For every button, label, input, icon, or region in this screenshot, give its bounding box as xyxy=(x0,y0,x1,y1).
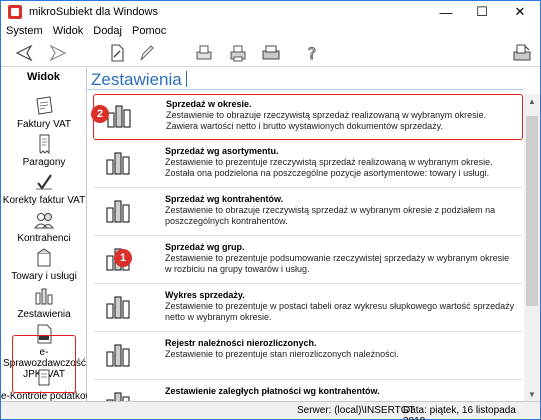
title-divider xyxy=(87,89,524,90)
sidebar-header: Widok xyxy=(27,71,60,83)
report-title: Sprzedaż wg asortymentu. xyxy=(165,146,279,156)
report-title: Sprzedaż wg kontrahentów. xyxy=(165,194,284,204)
sidebar-item-korekty-faktur-vat[interactable]: Korekty faktur VAT xyxy=(1,171,87,206)
goods-icon xyxy=(32,247,56,269)
fax-icon[interactable] xyxy=(511,42,533,64)
status-bar: Serwer: (local)\INSERTGT Data: piątek, 1… xyxy=(1,401,540,420)
scroll-thumb[interactable] xyxy=(526,116,538,306)
reports-list: Sprzedaż w okresie. Zestawienie to obraz… xyxy=(93,94,523,401)
report-title: Zestawienie zaległych płatności wg kontr… xyxy=(165,386,380,396)
sidebar-item-label: Zestawienia xyxy=(17,309,71,320)
reports-icon xyxy=(32,285,56,307)
page-title: Zestawienia xyxy=(91,70,187,90)
app-logo-icon xyxy=(8,5,22,19)
report-chart-icon xyxy=(103,292,133,322)
printer-icon[interactable] xyxy=(260,42,282,64)
report-chart-icon xyxy=(103,388,133,401)
report-title: Wykres sprzedaży. xyxy=(165,290,245,300)
report-title: Sprzedaż w okresie. xyxy=(166,99,252,109)
report-description: Zestawienie to prezentuje podsumowanie r… xyxy=(165,253,510,274)
send-icon[interactable] xyxy=(13,42,35,64)
sidebar-item-paragony[interactable]: Paragony xyxy=(1,133,87,168)
title-bar[interactable]: mikroSubiekt dla Windows — ☐ ✕ xyxy=(1,1,540,23)
sidebar-item-label: Faktury VAT xyxy=(16,119,72,130)
forward-icon[interactable] xyxy=(47,42,69,64)
report-chart-icon xyxy=(103,148,133,178)
sidebar-item-label: Towary i usługi xyxy=(11,271,77,282)
sidebar-item-label: Korekty faktur VAT xyxy=(2,195,86,206)
report-description: Zestawienie to prezentuje rzeczywistą sp… xyxy=(165,157,493,178)
maximize-button[interactable]: ☐ xyxy=(464,1,500,23)
report-title: Rejestr należności nierozliczonych. xyxy=(165,338,317,348)
report-row-sprzedaz-wg-kontrahentow[interactable]: Sprzedaż wg kontrahentów. Zestawienie to… xyxy=(93,190,523,236)
report-description: Zestawienie to prezentuje w postaci tabe… xyxy=(165,301,515,322)
sidebar-item-faktury-vat[interactable]: Faktury VAT xyxy=(1,95,87,130)
receipt-icon xyxy=(32,133,56,155)
report-description: Zestawienie to obrazuje rzeczywistą sprz… xyxy=(166,110,487,131)
report-row-rejestr-naleznosci[interactable]: Rejestr należności nierozliczonych. Zest… xyxy=(93,334,523,380)
print-icon[interactable] xyxy=(227,42,249,64)
app-window: mikroSubiekt dla Windows — ☐ ✕ System Wi… xyxy=(0,0,541,420)
menu-widok[interactable]: Widok xyxy=(48,25,89,37)
svg-text:?: ? xyxy=(308,44,317,63)
report-chart-icon xyxy=(103,196,133,226)
vertical-scrollbar[interactable]: ▲ ▼ xyxy=(524,94,540,401)
report-row-sprzedaz-w-okresie[interactable]: Sprzedaż w okresie. Zestawienie to obraz… xyxy=(93,94,523,140)
report-row-zalegle-platnosci[interactable]: Zestawienie zaległych płatności wg kontr… xyxy=(93,382,523,401)
step-badge-2: 2 xyxy=(91,105,109,123)
invoice-icon xyxy=(32,95,56,117)
menu-dodaj[interactable]: Dodaj xyxy=(88,25,127,37)
report-chart-icon xyxy=(103,340,133,370)
scroll-up-icon[interactable]: ▲ xyxy=(524,94,540,108)
sidebar-item-label: Paragony xyxy=(22,157,66,168)
contractors-icon xyxy=(32,209,56,231)
scroll-down-icon[interactable]: ▼ xyxy=(524,387,540,401)
report-title: Sprzedaż wg grup. xyxy=(165,242,245,252)
status-date: Data: piątek, 16 listopada 2018 xyxy=(403,405,516,420)
sidebar-item-towary-i-uslugi[interactable]: Towary i usługi xyxy=(1,247,87,282)
report-description: Zestawienie to prezentuje stan nierozlic… xyxy=(165,349,399,359)
main-panel: Zestawienia Sprzedaż w okresie. Zestawie… xyxy=(87,67,540,401)
sidebar-item-label: Kontrahenci xyxy=(17,233,71,244)
report-description: Zestawienie to obrazuje rzeczywistą sprz… xyxy=(165,205,496,226)
correction-icon xyxy=(32,171,56,193)
close-button[interactable]: ✕ xyxy=(500,1,540,23)
help-icon[interactable]: ? xyxy=(301,42,323,64)
sidebar: Widok Faktury VAT Paragony Korekty faktu… xyxy=(1,67,98,402)
toolbar: ? xyxy=(1,39,540,67)
sidebar-item-kontrahenci[interactable]: Kontrahenci xyxy=(1,209,87,244)
pen-icon[interactable] xyxy=(135,42,157,64)
report-row-sprzedaz-wg-grup[interactable]: Sprzedaż wg grup. Zestawienie to prezent… xyxy=(93,238,523,284)
status-server: Serwer: (local)\INSERTGT xyxy=(297,405,415,416)
print-preview-icon[interactable] xyxy=(193,42,215,64)
edit-document-icon[interactable] xyxy=(106,42,128,64)
active-item-highlight xyxy=(12,335,76,393)
page-title-text: Zestawienia xyxy=(91,70,182,89)
minimize-button[interactable]: — xyxy=(428,1,464,23)
text-caret xyxy=(185,71,187,87)
step-badge-1: 1 xyxy=(114,249,132,267)
window-title: mikroSubiekt dla Windows xyxy=(29,6,158,18)
report-row-sprzedaz-wg-asortymentu[interactable]: Sprzedaż wg asortymentu. Zestawienie to … xyxy=(93,142,523,188)
menu-pomoc[interactable]: Pomoc xyxy=(127,25,171,37)
sidebar-item-zestawienia[interactable]: Zestawienia xyxy=(1,285,87,320)
menu-bar: System Widok Dodaj Pomoc xyxy=(1,23,540,39)
menu-system[interactable]: System xyxy=(1,25,48,37)
report-row-wykres-sprzedazy[interactable]: Wykres sprzedaży. Zestawienie to prezent… xyxy=(93,286,523,332)
